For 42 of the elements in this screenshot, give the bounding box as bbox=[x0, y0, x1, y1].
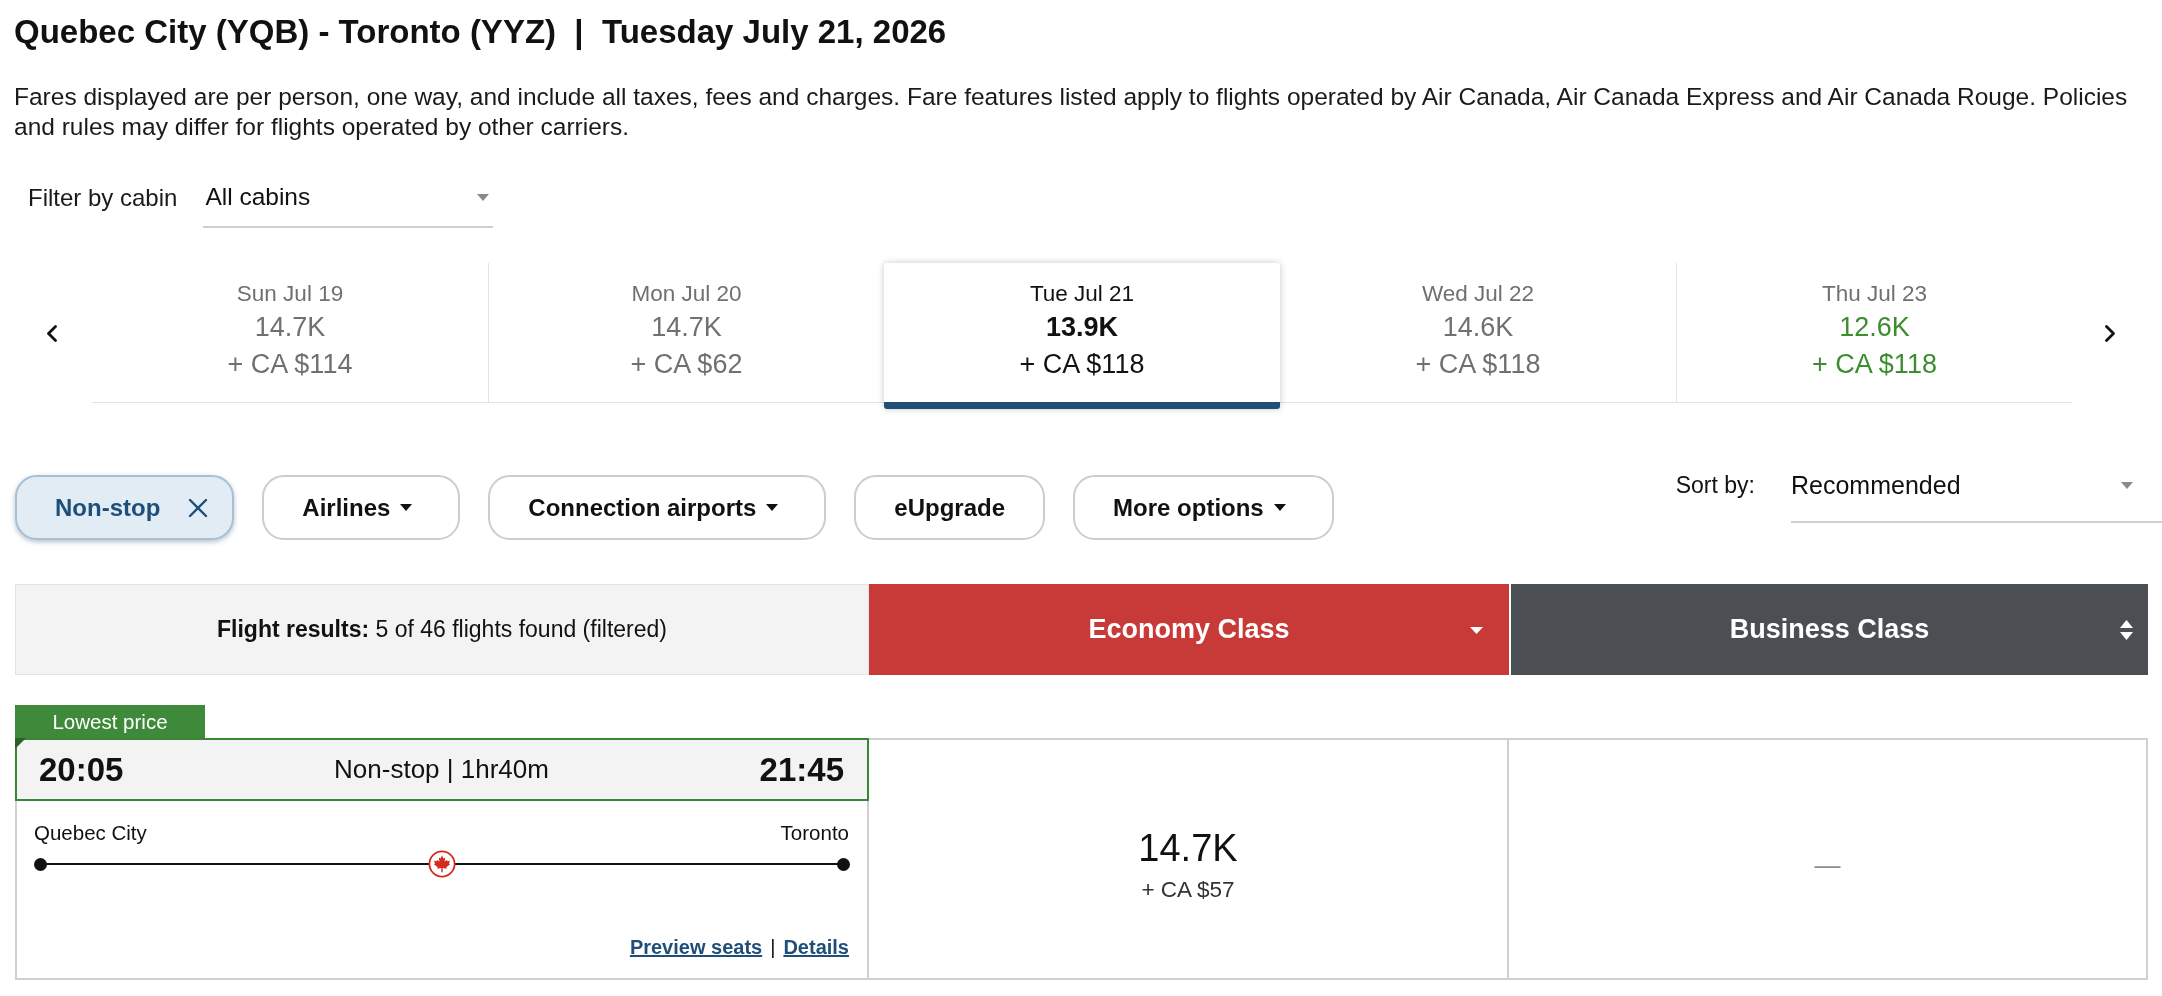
chevron-left-icon bbox=[46, 324, 58, 342]
departure-time: 20:05 bbox=[39, 750, 124, 789]
filter-chip[interactable]: eUpgrade bbox=[854, 475, 1046, 540]
filter-chip[interactable]: Non-stop bbox=[15, 475, 235, 540]
fare-cell[interactable]: 14.7K + CA $57 bbox=[869, 738, 1509, 980]
filter-chip[interactable]: Connection airports bbox=[488, 475, 827, 540]
origin-city: Quebec City bbox=[34, 820, 147, 846]
lowest-price-badge: Lowest price bbox=[15, 705, 205, 738]
flight-summary: Non-stop | 1hr40m bbox=[334, 754, 549, 785]
fare-notice: Fares displayed are per person, one way, and include all taxes, fees and charges. Fare features listed apply to flights operated by Air Canada, Air Canada Express and Air Canada Rouge. Policies and rules may differ for flights operated by other carriers. bbox=[14, 82, 2129, 142]
link-separator: | bbox=[770, 935, 776, 960]
corner-fold-icon bbox=[15, 738, 26, 749]
date-tab[interactable]: Mon Jul 20 14.7K + CA $62 bbox=[488, 263, 884, 403]
cabin-column-header[interactable]: Business Class bbox=[1511, 584, 2148, 675]
fare-points: 14.7K bbox=[1138, 826, 1238, 870]
chevron-right-icon bbox=[2104, 324, 2116, 342]
results-summary: Flight results: 5 of 46 flights found (filtered) bbox=[217, 616, 667, 643]
sort-label: Sort by: bbox=[1675, 471, 1755, 500]
endpoint-dot-icon bbox=[34, 857, 47, 871]
caret-down-icon bbox=[2121, 482, 2133, 489]
cabin-dropdown[interactable]: All cabins bbox=[203, 168, 494, 228]
preview-seats-link[interactable]: Preview seats bbox=[629, 934, 763, 960]
endpoint-dot-icon bbox=[837, 857, 850, 871]
date-tab[interactable]: Tue Jul 21 13.9K + CA $118 bbox=[884, 263, 1280, 409]
cabin-column-header[interactable]: Economy Class bbox=[869, 584, 1509, 675]
filter-chip[interactable]: Airlines bbox=[262, 475, 461, 540]
caret-down-icon bbox=[1273, 504, 1286, 511]
cabin-filter-label: Filter by cabin bbox=[28, 184, 178, 212]
caret-down-icon bbox=[477, 193, 490, 201]
caret-down-icon bbox=[400, 504, 413, 511]
page-title: Quebec City (YQB) - Toronto (YYZ) | Tuesday July 21, 2026 bbox=[14, 12, 948, 52]
destination-city: Toronto bbox=[780, 820, 849, 846]
unavailable-dash: — bbox=[1814, 849, 1841, 881]
maple-leaf-icon bbox=[428, 850, 456, 878]
filter-chip[interactable]: More options bbox=[1073, 475, 1334, 540]
date-tab[interactable]: Thu Jul 23 12.6K + CA $118 bbox=[1676, 263, 2072, 403]
details-link[interactable]: Details bbox=[783, 934, 849, 960]
caret-down-icon bbox=[766, 504, 779, 511]
sort-dropdown[interactable]: Recommended bbox=[1791, 459, 2162, 523]
fare-cash: + CA $57 bbox=[1141, 876, 1235, 904]
arrival-time: 21:45 bbox=[759, 750, 844, 789]
close-icon bbox=[188, 497, 209, 518]
